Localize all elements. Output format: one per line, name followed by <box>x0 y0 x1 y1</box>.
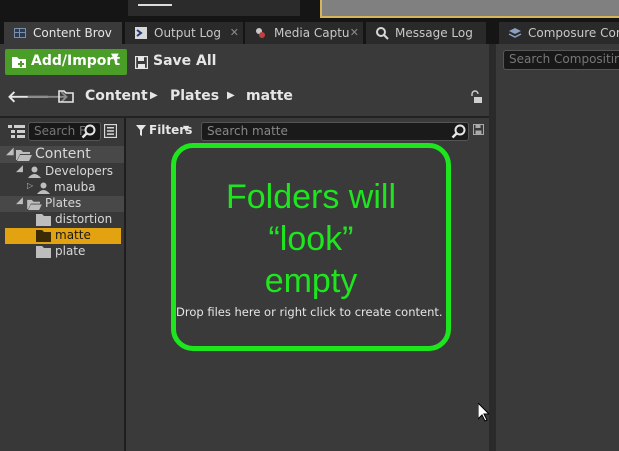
search-icon[interactable] <box>81 124 96 139</box>
breadcrumb-item-plates[interactable]: Plates <box>170 88 219 104</box>
tab-label: Composure Com <box>528 26 619 40</box>
tab-output-log[interactable]: Output Log ✕ <box>125 22 243 44</box>
view-options-icon[interactable] <box>104 124 117 138</box>
filter-icon <box>136 125 146 136</box>
tree-item-developers[interactable]: ◢ Developers <box>0 164 124 180</box>
folder-icon <box>36 214 51 226</box>
breadcrumb-item-content[interactable]: Content <box>85 88 148 104</box>
output-log-icon <box>135 27 147 39</box>
folder-icon <box>36 246 51 258</box>
folder-open-icon <box>16 150 32 161</box>
close-icon[interactable]: ✕ <box>230 22 239 44</box>
tree-item-label: distortion <box>55 212 113 226</box>
tab-label: Message Log <box>395 26 473 40</box>
toolbar-button-bg <box>128 0 300 16</box>
asset-search-placeholder: Search matte <box>207 124 288 138</box>
tree-item-label: plate <box>55 244 86 258</box>
tree-item-label: mauba <box>54 180 96 194</box>
toolbar-indicator <box>138 4 172 6</box>
tree-item-label: Plates <box>45 196 82 210</box>
sources-toggle-icon[interactable] <box>8 124 25 138</box>
add-import-button[interactable]: Add/Import ▼ <box>5 49 127 75</box>
folder-icon <box>58 90 74 103</box>
annotation-line: “look” <box>268 220 354 258</box>
tree-item-content[interactable]: ◢ Content <box>0 146 124 163</box>
message-log-icon <box>376 27 389 40</box>
add-import-label: Add/Import <box>31 53 121 69</box>
close-icon[interactable]: ✕ <box>350 22 359 44</box>
composure-panel <box>496 44 619 451</box>
save-all-label: Save All <box>153 53 217 69</box>
tree-item-plates[interactable]: ◢ Plates <box>0 196 124 212</box>
folder-icon <box>36 230 51 242</box>
tree-item-label: Content <box>35 146 91 162</box>
tree-item-mauba[interactable]: ▷ mauba <box>0 180 124 196</box>
folder-open-icon <box>27 199 42 210</box>
composure-search-input[interactable]: Search Compositing <box>503 50 619 70</box>
chevron-down-icon: ▼ <box>183 124 190 133</box>
breadcrumb-separator-icon: ▶ <box>227 90 235 101</box>
tab-bar: Content Brov Output Log ✕ Media Captu ✕ … <box>0 22 619 44</box>
expand-arrow-icon[interactable]: ◢ <box>16 196 23 206</box>
annotation-line: empty <box>264 262 358 300</box>
save-icon <box>135 56 148 69</box>
folder-add-icon <box>12 57 26 68</box>
content-browser-icon <box>14 28 26 38</box>
user-folder-icon <box>28 166 41 178</box>
tree-item-distortion[interactable]: distortion <box>0 212 124 228</box>
save-all-button[interactable]: Save All <box>132 49 216 75</box>
composure-icon <box>508 28 522 38</box>
expand-arrow-icon[interactable]: ◢ <box>16 164 23 174</box>
annotation-line: Folders will <box>225 178 397 216</box>
scrollbar[interactable] <box>489 44 496 451</box>
annotation-text: Folders will “look” empty <box>176 176 446 302</box>
media-capture-icon <box>256 28 265 38</box>
viewport-preview <box>320 0 619 18</box>
tab-content-browser[interactable]: Content Brov <box>4 22 122 44</box>
top-toolbar-strip <box>0 0 619 22</box>
tab-label: Output Log <box>154 26 221 40</box>
tree-item-matte[interactable]: matte <box>5 228 121 244</box>
collapsed-arrow-icon[interactable]: ▷ <box>27 181 33 190</box>
chevron-down-icon: ▼ <box>111 52 119 63</box>
tree-item-plate[interactable]: plate <box>0 244 124 260</box>
search-icon[interactable] <box>451 124 466 139</box>
tab-composure[interactable]: Composure Com <box>499 22 619 44</box>
tab-label: Media Captu <box>274 26 350 40</box>
tree-item-label: Developers <box>45 164 113 178</box>
breadcrumb: 🡐 🡒 Content ▶ Plates ▶ matte <box>0 83 493 111</box>
tab-label: Content Brov <box>33 26 112 40</box>
composure-search-placeholder: Search Compositing <box>509 52 619 66</box>
empty-folder-message: Drop files here or right click to create… <box>176 305 443 319</box>
filters-button[interactable]: Filters ▼ <box>133 121 195 140</box>
expand-arrow-icon[interactable]: ◢ <box>6 146 14 157</box>
asset-search-input[interactable]: Search matte <box>201 122 469 141</box>
sidebar-search-placeholder: Search F <box>34 124 86 138</box>
tab-media-capture[interactable]: Media Captu ✕ <box>245 22 363 44</box>
lock-icon[interactable] <box>469 90 483 104</box>
tab-message-log[interactable]: Message Log <box>366 22 486 44</box>
tree-item-label: matte <box>55 228 91 242</box>
breadcrumb-item-matte[interactable]: matte <box>246 88 293 104</box>
user-folder-icon <box>37 182 50 194</box>
breadcrumb-separator-icon: ▶ <box>150 90 158 101</box>
save-search-icon[interactable] <box>473 124 484 135</box>
